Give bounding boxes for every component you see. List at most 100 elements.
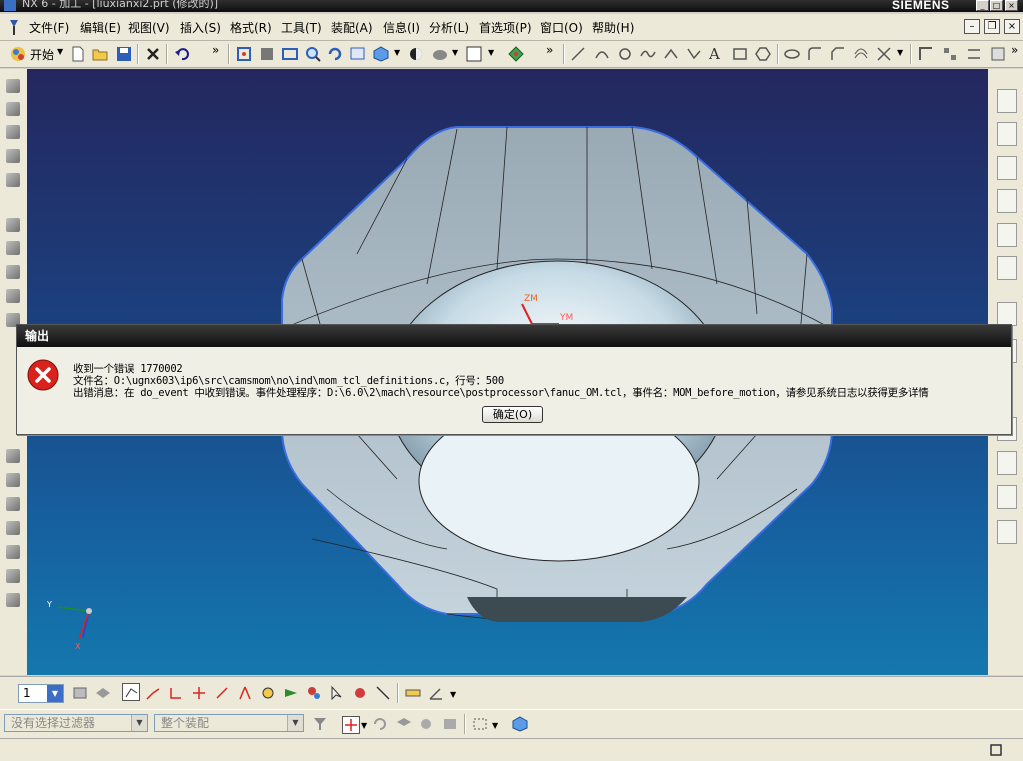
- polygon-icon[interactable]: [755, 46, 771, 62]
- create-geometry-icon[interactable]: [6, 241, 20, 255]
- measure-angle-icon[interactable]: [428, 685, 444, 701]
- layer-dropdown-icon[interactable]: ▼: [47, 685, 63, 702]
- doc-restore-button[interactable]: ❐: [984, 19, 1000, 34]
- wcs-set-axes-icon[interactable]: [214, 685, 230, 701]
- new-file-icon[interactable]: [70, 46, 86, 62]
- general-filter-icon[interactable]: [312, 716, 328, 732]
- maximize-button[interactable]: □: [990, 0, 1003, 11]
- select-face-icon[interactable]: [442, 716, 458, 732]
- selection-scope-dropdown-icon[interactable]: ▼: [287, 715, 303, 731]
- close-button[interactable]: ×: [1005, 0, 1018, 11]
- circle-icon[interactable]: [617, 46, 633, 62]
- wcs-orient-icon[interactable]: [191, 685, 207, 701]
- menu-assembly[interactable]: 装配(A): [331, 19, 373, 36]
- undo-select-icon[interactable]: [372, 716, 388, 732]
- roles-icon[interactable]: [997, 485, 1017, 509]
- create-method-icon[interactable]: [6, 265, 20, 279]
- select-body-icon[interactable]: [396, 716, 412, 732]
- save-icon[interactable]: [116, 46, 132, 62]
- toolbar-more-icon-2[interactable]: »: [546, 43, 553, 57]
- hd3d-tools-icon[interactable]: [997, 223, 1017, 247]
- wcs-save-icon[interactable]: [283, 685, 299, 701]
- geometry-view-icon[interactable]: [6, 102, 20, 116]
- shaded-view-icon[interactable]: [259, 46, 275, 62]
- line-icon[interactable]: [570, 46, 586, 62]
- measure-dropdown-icon[interactable]: ▼: [450, 690, 456, 699]
- layer-settings-icon[interactable]: [72, 685, 88, 701]
- web-browser-icon[interactable]: [997, 256, 1017, 280]
- create-operation-icon[interactable]: [6, 289, 20, 303]
- manufacturing-wizard-icon[interactable]: [997, 451, 1017, 475]
- spline-icon[interactable]: [640, 46, 656, 62]
- arc-icon[interactable]: [594, 46, 610, 62]
- menu-info[interactable]: 信息(I): [383, 19, 420, 36]
- transform-icon[interactable]: [6, 569, 20, 583]
- menu-file[interactable]: 文件(F): [29, 19, 69, 36]
- snap-dropdown-icon[interactable]: ▼: [361, 721, 367, 730]
- ellipse-icon[interactable]: [784, 46, 800, 62]
- machine-tool-icon[interactable]: [6, 149, 20, 163]
- doc-close-button[interactable]: ×: [1004, 19, 1020, 34]
- doc-minimize-button[interactable]: –: [964, 19, 980, 34]
- postprocess-icon[interactable]: [6, 497, 20, 511]
- menu-insert[interactable]: 插入(S): [180, 19, 221, 36]
- part-navigator-icon[interactable]: [997, 156, 1017, 180]
- constraint-navigator-icon[interactable]: [997, 122, 1017, 146]
- select-feature-icon[interactable]: [418, 716, 434, 732]
- snap-icon[interactable]: [990, 46, 1006, 62]
- menu-tools[interactable]: 工具(T): [281, 19, 322, 36]
- pan-icon[interactable]: [350, 46, 366, 62]
- history-icon[interactable]: [997, 302, 1017, 326]
- wcs-rotate-icon[interactable]: [168, 685, 184, 701]
- start-icon[interactable]: [10, 46, 26, 62]
- menu-analysis[interactable]: 分析(L): [429, 19, 469, 36]
- select-dropdown-icon[interactable]: ▼: [492, 721, 498, 730]
- operation-navigator-icon[interactable]: [6, 79, 20, 93]
- output-cls-icon[interactable]: [6, 545, 20, 559]
- start-dropdown-icon[interactable]: ▼: [57, 47, 63, 56]
- fit-view-icon[interactable]: [236, 46, 252, 62]
- menu-format[interactable]: 格式(R): [230, 19, 272, 36]
- text-icon[interactable]: A: [709, 46, 725, 62]
- create-program-icon[interactable]: [6, 173, 20, 187]
- wcs-csys-icon[interactable]: [237, 685, 253, 701]
- undo-icon[interactable]: [174, 46, 190, 62]
- full-screen-icon[interactable]: [988, 742, 1004, 758]
- menu-view[interactable]: 视图(V): [128, 19, 170, 36]
- select-icon[interactable]: [329, 685, 345, 701]
- list-toolpath-icon[interactable]: [6, 473, 20, 487]
- rotate-icon[interactable]: [327, 46, 343, 62]
- work-layer-select[interactable]: 1 ▼: [18, 684, 64, 703]
- trim-icon[interactable]: [876, 46, 892, 62]
- render-style-icon[interactable]: [408, 46, 424, 62]
- deselect-icon[interactable]: [352, 685, 368, 701]
- rectangle-select-icon[interactable]: [472, 716, 488, 732]
- select-all-icon[interactable]: [375, 685, 391, 701]
- light-dropdown-icon[interactable]: ▼: [452, 48, 458, 57]
- point-set-icon[interactable]: [663, 46, 679, 62]
- zoom-window-icon[interactable]: [282, 46, 298, 62]
- rectangle-icon[interactable]: [732, 46, 748, 62]
- ok-button[interactable]: 确定(O): [482, 406, 543, 423]
- menu-window[interactable]: 窗口(O): [540, 19, 583, 36]
- start-button[interactable]: 开始: [30, 46, 54, 63]
- shop-doc-icon[interactable]: [6, 521, 20, 535]
- object-info-icon[interactable]: [6, 593, 20, 607]
- orient-icon[interactable]: [508, 46, 524, 62]
- select-body-cube-icon[interactable]: [512, 716, 528, 732]
- type-filter-dropdown-icon[interactable]: ▼: [131, 715, 147, 731]
- curve-dropdown-icon[interactable]: ▼: [897, 48, 903, 57]
- assembly-navigator-icon[interactable]: [997, 89, 1017, 113]
- fillet-icon[interactable]: [807, 46, 823, 62]
- sketch-icon[interactable]: [918, 46, 934, 62]
- zoom-icon[interactable]: [305, 46, 321, 62]
- verify-toolpath-icon[interactable]: [6, 449, 20, 463]
- wcs-dynamic-icon[interactable]: [122, 683, 140, 701]
- toolbar-more-icon-3[interactable]: »: [1011, 43, 1018, 57]
- open-folder-icon[interactable]: [92, 46, 108, 62]
- polyline-icon[interactable]: [686, 46, 702, 62]
- delete-icon[interactable]: [145, 46, 161, 62]
- background-color-icon[interactable]: [466, 46, 482, 62]
- menu-help[interactable]: 帮助(H): [592, 19, 634, 36]
- reuse-library-icon[interactable]: [997, 189, 1017, 213]
